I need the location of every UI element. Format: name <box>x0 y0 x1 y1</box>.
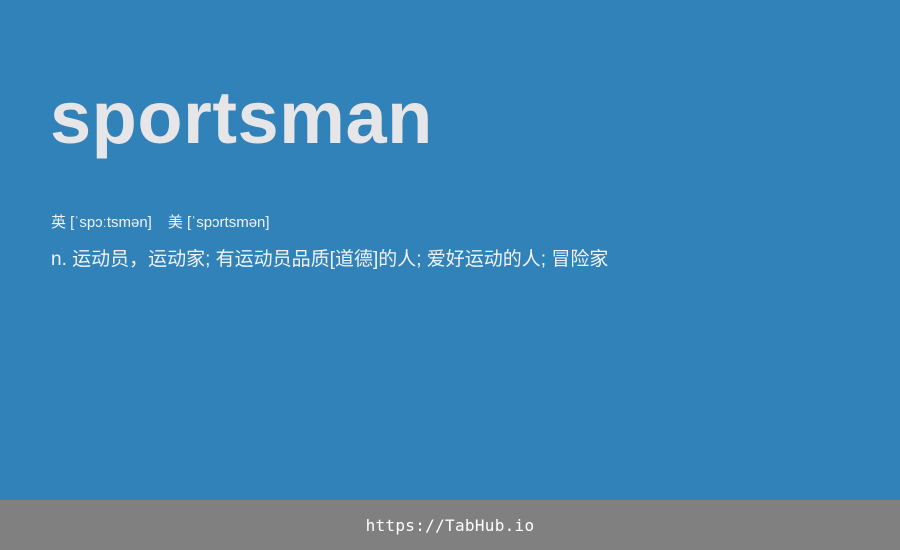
phonetics-line: 英 [ˈspɔːtsmən] 美 [ˈspɔrtsmən] <box>51 212 270 234</box>
word-card: sportsman 英 [ˈspɔːtsmən] 美 [ˈspɔrtsmən] n… <box>0 0 900 500</box>
footer-bar: https://TabHub.io <box>0 500 900 550</box>
us-pronunciation: 美 [ˈspɔrtsmən] <box>167 214 270 231</box>
headword: sportsman <box>50 76 433 159</box>
tabhub-link[interactable]: https://TabHub.io <box>366 516 535 535</box>
definition-text: n. 运动员，运动家; 有运动员品质[道德]的人; 爱好运动的人; 冒险家 <box>51 249 609 270</box>
uk-pronunciation: 英 [ˈspɔːtsmən] <box>51 214 152 231</box>
